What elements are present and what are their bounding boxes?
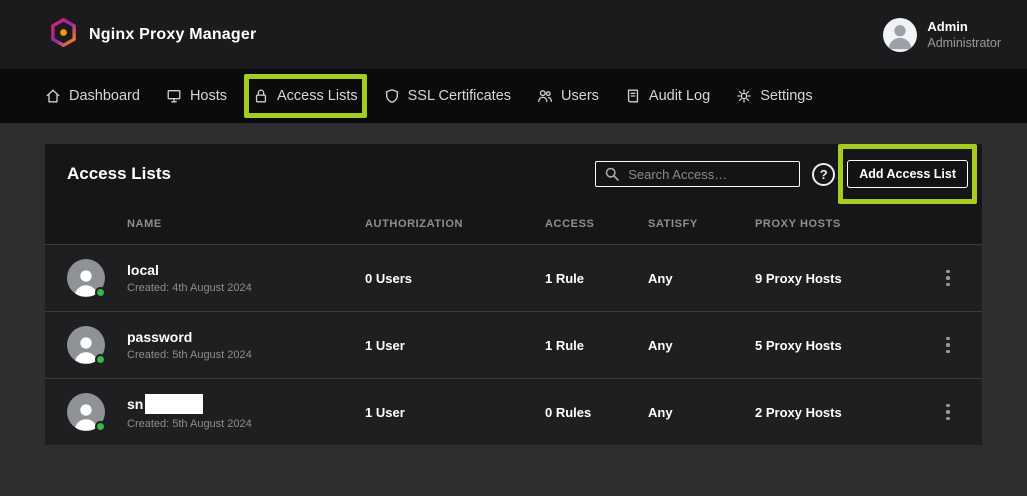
nav-label: Hosts: [190, 88, 227, 104]
nav-item-hosts[interactable]: Hosts: [166, 88, 227, 104]
created-date: Created: 4th August 2024: [127, 282, 365, 294]
app-title: Nginx Proxy Manager: [89, 26, 256, 44]
redaction-box: [145, 394, 203, 414]
table-header: NAME AUTHORIZATION ACCESS SATISFY PROXY …: [45, 204, 982, 244]
app-logo-icon: [50, 18, 77, 52]
lock-icon: [253, 88, 269, 104]
users-icon: [537, 88, 553, 104]
book-icon: [625, 88, 641, 104]
online-status-dot: [95, 354, 106, 365]
col-name: NAME: [127, 218, 365, 230]
access-list-name: sn: [127, 394, 365, 414]
gear-icon: [736, 88, 752, 104]
proxy-hosts-cell: 5 Proxy Hosts: [755, 338, 920, 353]
kebab-menu-icon[interactable]: [936, 400, 960, 424]
access-lists-card: Access Lists ? Add Access List: [45, 144, 982, 445]
search-input[interactable]: [595, 161, 800, 187]
app-header: Nginx Proxy Manager Admin Administrator: [0, 0, 1027, 69]
access-cell: 0 Rules: [545, 405, 648, 420]
satisfy-cell: Any: [648, 338, 755, 353]
authorization-cell: 1 User: [365, 405, 545, 420]
name-cell: sn Created: 5th August 2024: [127, 394, 365, 430]
nav-label: SSL Certificates: [408, 88, 511, 104]
nav-item-users[interactable]: Users: [537, 88, 599, 104]
col-satisfy: SATISFY: [648, 218, 755, 230]
nav-item-access-lists[interactable]: Access Lists: [253, 88, 358, 104]
authorization-cell: 0 Users: [365, 271, 545, 286]
col-access: ACCESS: [545, 218, 648, 230]
monitor-icon: [166, 88, 182, 104]
shield-icon: [384, 88, 400, 104]
online-status-dot: [95, 421, 106, 432]
satisfy-cell: Any: [648, 271, 755, 286]
row-avatar: [67, 393, 105, 431]
authorization-cell: 1 User: [365, 338, 545, 353]
kebab-menu-icon[interactable]: [936, 333, 960, 357]
proxy-hosts-cell: 2 Proxy Hosts: [755, 405, 920, 420]
col-authorization: AUTHORIZATION: [365, 218, 545, 230]
brand: Nginx Proxy Manager: [50, 18, 256, 52]
nav-label: Settings: [760, 88, 812, 104]
nav-label: Access Lists: [277, 88, 358, 104]
satisfy-cell: Any: [648, 405, 755, 420]
row-avatar: [67, 259, 105, 297]
user-avatar: [883, 18, 917, 52]
row-avatar: [67, 326, 105, 364]
created-date: Created: 5th August 2024: [127, 349, 365, 361]
main-nav: Dashboard Hosts Access Lists SSL Certifi…: [0, 69, 1027, 123]
nav-label: Dashboard: [69, 88, 140, 104]
help-icon[interactable]: ?: [812, 163, 835, 186]
add-access-list-wrap: Add Access List: [847, 160, 968, 188]
nav-label: Audit Log: [649, 88, 710, 104]
col-proxy-hosts: PROXY HOSTS: [755, 218, 920, 230]
card-header: Access Lists ? Add Access List: [45, 144, 982, 204]
name-cell: password Created: 5th August 2024: [127, 329, 365, 361]
access-list-name: password: [127, 329, 365, 345]
nav-item-dashboard[interactable]: Dashboard: [45, 88, 140, 104]
access-cell: 1 Rule: [545, 338, 648, 353]
proxy-hosts-cell: 9 Proxy Hosts: [755, 271, 920, 286]
search-box: [595, 161, 800, 187]
page-title: Access Lists: [67, 164, 171, 184]
nav-item-audit-log[interactable]: Audit Log: [625, 88, 710, 104]
search-icon: [604, 166, 620, 187]
nav-item-settings[interactable]: Settings: [736, 88, 812, 104]
nav-label: Users: [561, 88, 599, 104]
table-row[interactable]: sn Created: 5th August 2024 1 User 0 Rul…: [45, 378, 982, 445]
add-access-list-button[interactable]: Add Access List: [847, 160, 968, 188]
user-menu[interactable]: Admin Administrator: [883, 18, 1001, 52]
main-content: Access Lists ? Add Access List: [0, 123, 1027, 466]
nav-item-ssl-certificates[interactable]: SSL Certificates: [384, 88, 511, 104]
kebab-menu-icon[interactable]: [936, 266, 960, 290]
online-status-dot: [95, 287, 106, 298]
table-row[interactable]: password Created: 5th August 2024 1 User…: [45, 311, 982, 378]
user-name: Admin: [927, 19, 1001, 34]
access-list-name: local: [127, 262, 365, 278]
created-date: Created: 5th August 2024: [127, 418, 365, 430]
home-icon: [45, 88, 61, 104]
name-cell: local Created: 4th August 2024: [127, 262, 365, 294]
user-role: Administrator: [927, 36, 1001, 50]
user-meta: Admin Administrator: [927, 19, 1001, 50]
access-cell: 1 Rule: [545, 271, 648, 286]
table-row[interactable]: local Created: 4th August 2024 0 Users 1…: [45, 244, 982, 311]
card-controls: ? Add Access List: [595, 160, 968, 188]
